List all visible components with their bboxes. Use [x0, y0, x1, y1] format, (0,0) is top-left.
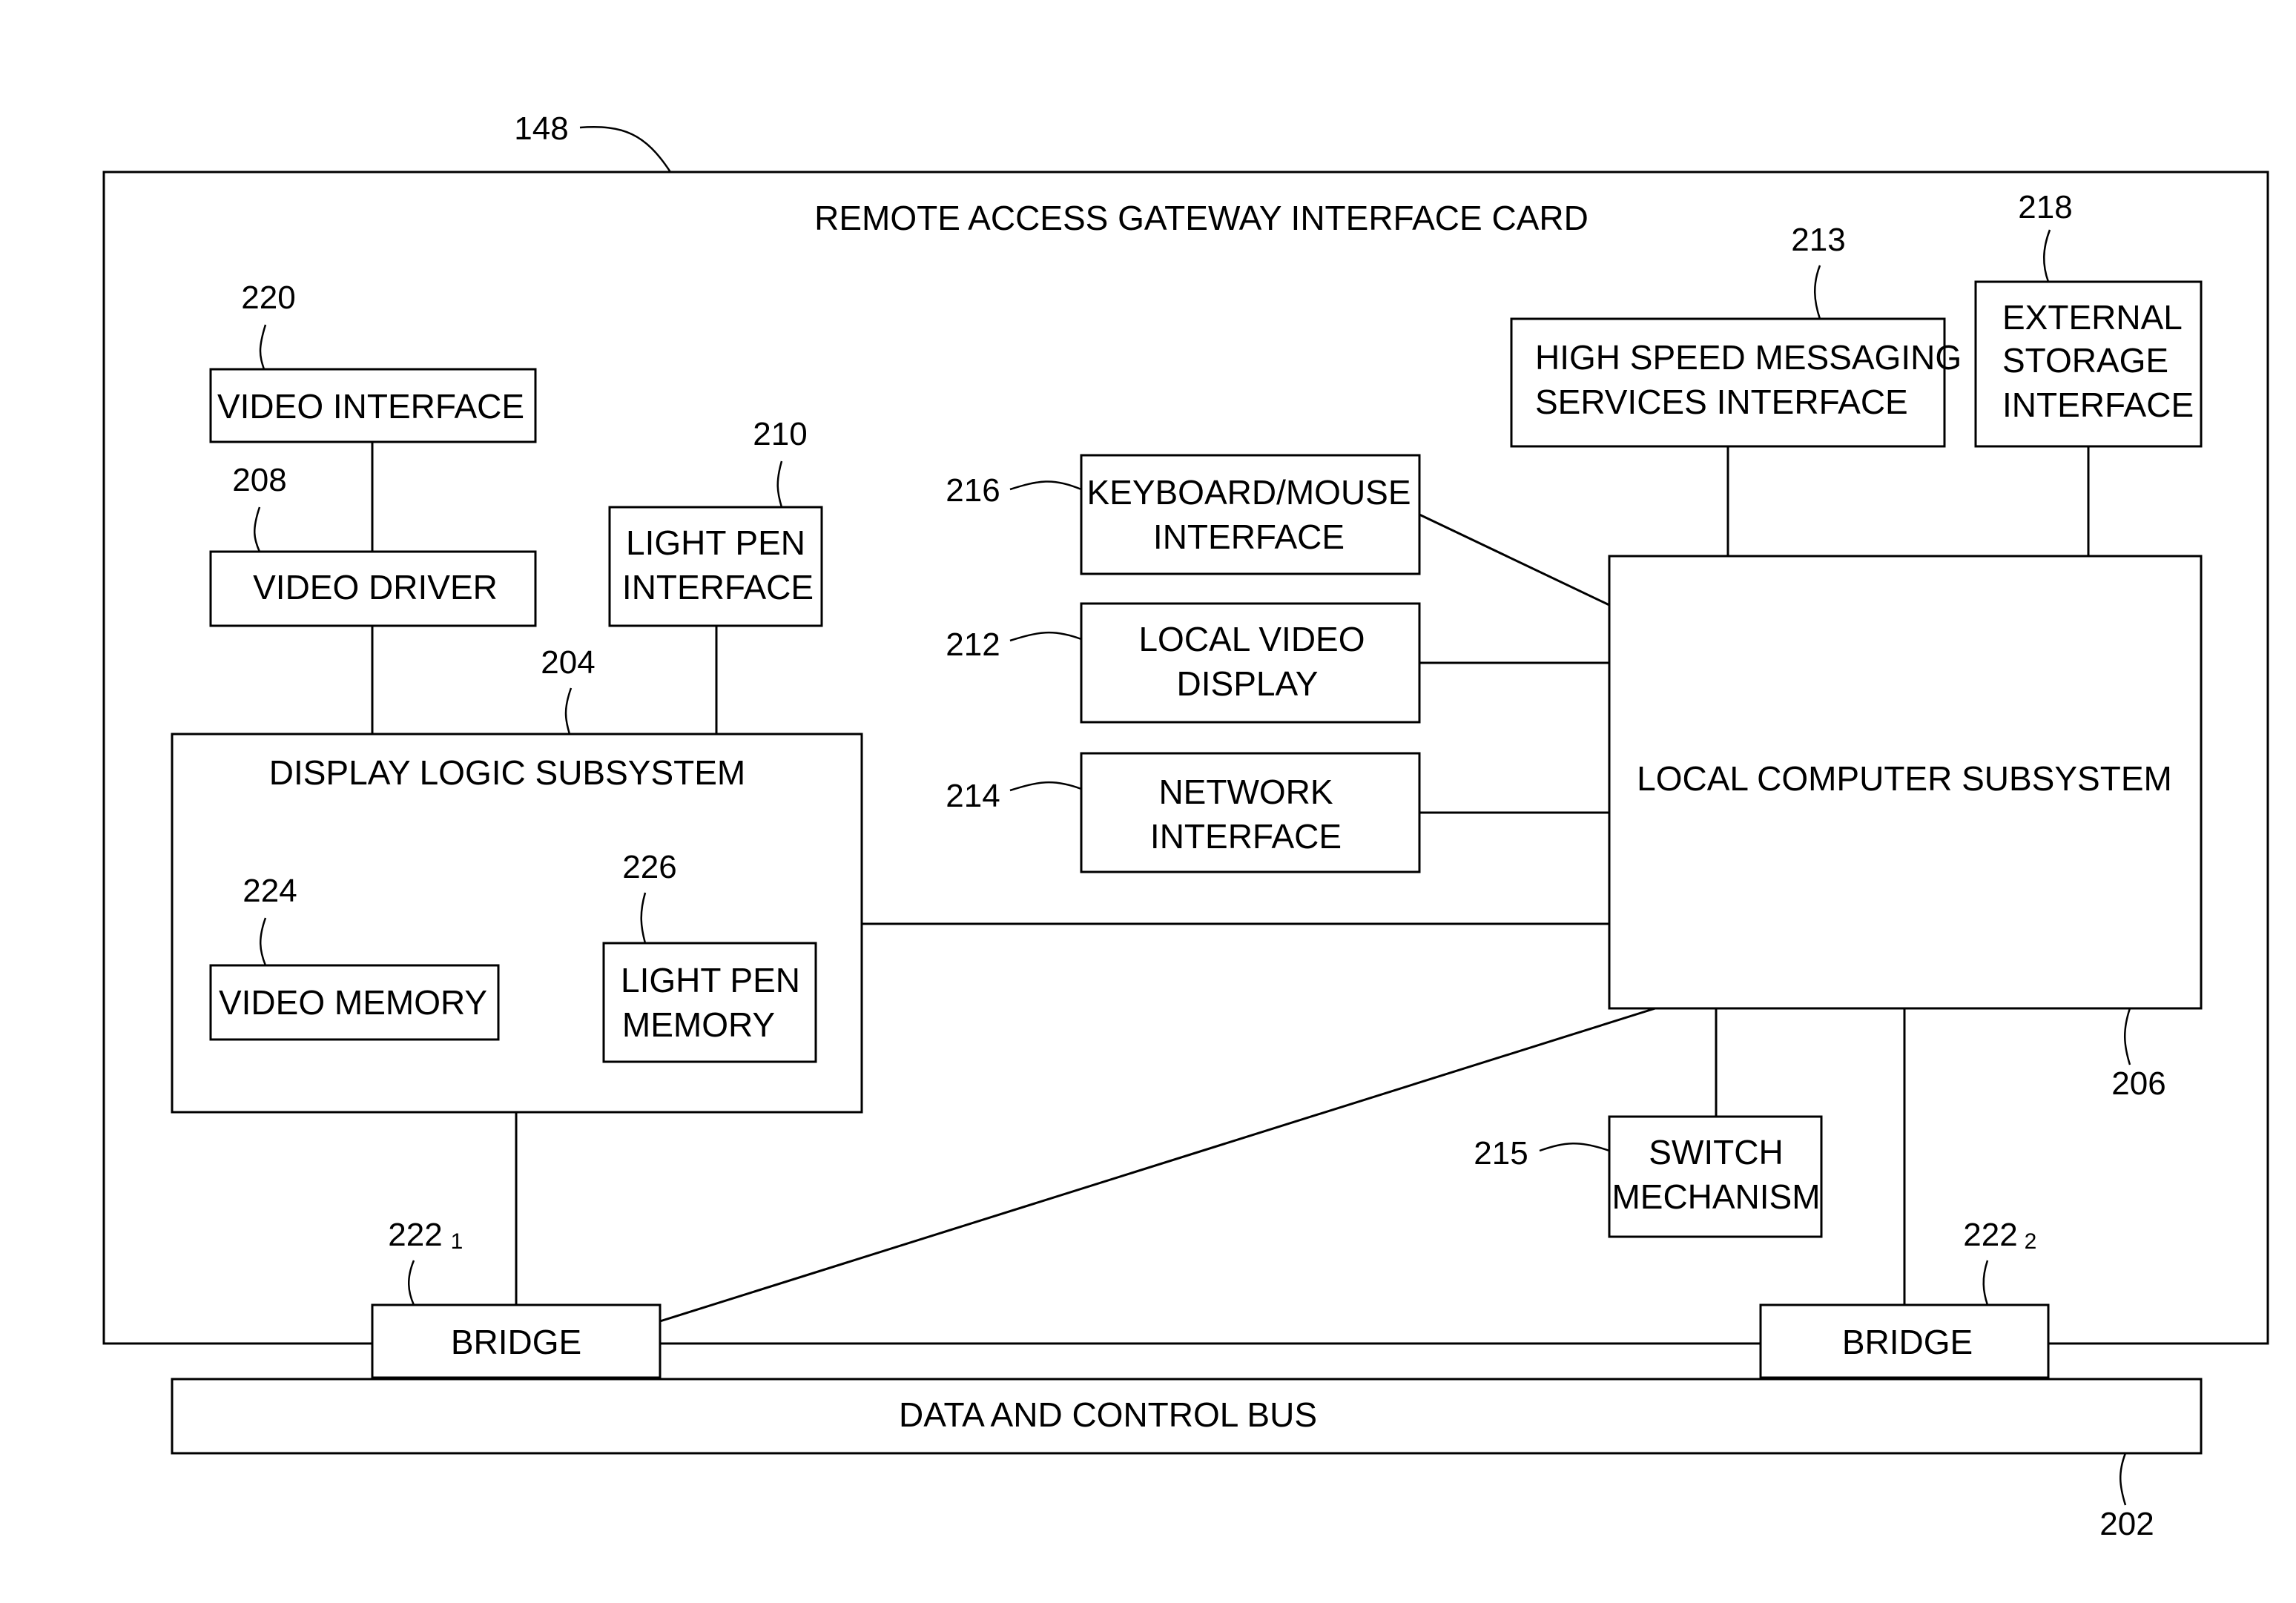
high-speed-messaging-block: HIGH SPEED MESSAGING SERVICES INTERFACE	[1510, 317, 1962, 448]
external-storage-label-line2: STORAGE	[2002, 341, 2168, 380]
network-interface-block: NETWORK INTERFACE	[1080, 752, 1421, 873]
local-computer-subsystem-block: LOCAL COMPUTER SUBSYSTEM	[1608, 555, 2203, 1010]
leader-202	[2119, 1452, 2127, 1506]
data-control-bus-label: DATA AND CONTROL BUS	[899, 1395, 1317, 1434]
ref-204: 204	[541, 644, 595, 681]
ref-222-2: 222	[1963, 1217, 2017, 1253]
ref-202: 202	[2099, 1506, 2154, 1542]
video-interface-label: VIDEO INTERFACE	[217, 387, 524, 426]
block-diagram: REMOTE ACCESS GATEWAY INTERFACE CARD 148…	[102, 110, 2269, 1542]
ref-226: 226	[622, 849, 676, 885]
bridge-2-label: BRIDGE	[1842, 1323, 1973, 1361]
high-speed-messaging-label-line1: HIGH SPEED MESSAGING	[1535, 338, 1962, 377]
local-video-display-block: LOCAL VIDEO DISPLAY	[1080, 602, 1421, 724]
video-memory-label: VIDEO MEMORY	[219, 983, 487, 1022]
light-pen-memory-label-line2: MEMORY	[622, 1005, 775, 1044]
keyboard-mouse-label-line1: KEYBOARD/MOUSE	[1086, 473, 1411, 512]
light-pen-memory-block: LIGHT PEN MEMORY	[602, 942, 817, 1063]
ref-214: 214	[946, 778, 1000, 814]
ref-213: 213	[1791, 222, 1845, 258]
ref-218: 218	[2018, 189, 2072, 225]
external-storage-interface-block: EXTERNAL STORAGE INTERFACE	[1974, 280, 2203, 448]
data-control-bus-block: DATA AND CONTROL BUS	[171, 1378, 2203, 1455]
keyboard-mouse-interface-block: KEYBOARD/MOUSE INTERFACE	[1080, 454, 1421, 575]
ref-220: 220	[241, 280, 295, 316]
card-title: REMOTE ACCESS GATEWAY INTERFACE CARD	[814, 199, 1589, 237]
video-memory-block: VIDEO MEMORY	[209, 964, 500, 1041]
switch-mechanism-label-line2: MECHANISM	[1612, 1177, 1820, 1216]
network-interface-label-line1: NETWORK	[1158, 773, 1333, 811]
display-logic-label: DISPLAY LOGIC SUBSYSTEM	[269, 753, 746, 792]
high-speed-messaging-label-line2: SERVICES INTERFACE	[1535, 383, 1908, 421]
local-video-display-label-line1: LOCAL VIDEO	[1138, 620, 1365, 658]
ref-215: 215	[1474, 1135, 1528, 1171]
ref-148: 148	[514, 110, 568, 147]
local-computer-label: LOCAL COMPUTER SUBSYSTEM	[1637, 759, 2172, 798]
local-video-display-label-line2: DISPLAY	[1177, 664, 1319, 703]
external-storage-label-line1: EXTERNAL	[2002, 298, 2183, 337]
ref-224: 224	[243, 873, 297, 909]
switch-mechanism-label-line1: SWITCH	[1649, 1133, 1783, 1171]
network-interface-label-line2: INTERFACE	[1150, 817, 1342, 856]
ref-222-2-subscript: 2	[2025, 1229, 2037, 1254]
ref-206: 206	[2111, 1065, 2165, 1102]
bridge-1-label: BRIDGE	[451, 1323, 581, 1361]
ref-222-1: 222	[388, 1217, 442, 1253]
bridge-2-block: BRIDGE	[1759, 1303, 2050, 1379]
leader-148	[579, 126, 672, 173]
video-driver-block: VIDEO DRIVER	[209, 550, 537, 627]
external-storage-label-line3: INTERFACE	[2002, 386, 2194, 424]
bridge-1-block: BRIDGE	[371, 1303, 662, 1379]
light-pen-interface-label-line2: INTERFACE	[622, 568, 814, 607]
ref-222-1-subscript: 1	[451, 1229, 464, 1254]
light-pen-memory-label-line1: LIGHT PEN	[621, 961, 800, 999]
light-pen-interface-label-line1: LIGHT PEN	[626, 523, 805, 562]
keyboard-mouse-label-line2: INTERFACE	[1153, 518, 1345, 556]
light-pen-interface-block: LIGHT PEN INTERFACE	[608, 506, 823, 627]
video-interface-block: VIDEO INTERFACE	[209, 368, 537, 443]
ref-210: 210	[753, 416, 807, 452]
ref-216: 216	[946, 472, 1000, 509]
switch-mechanism-block: SWITCH MECHANISM	[1608, 1115, 1823, 1238]
ref-208: 208	[232, 462, 286, 498]
ref-212: 212	[946, 627, 1000, 663]
video-driver-label: VIDEO DRIVER	[253, 568, 498, 607]
